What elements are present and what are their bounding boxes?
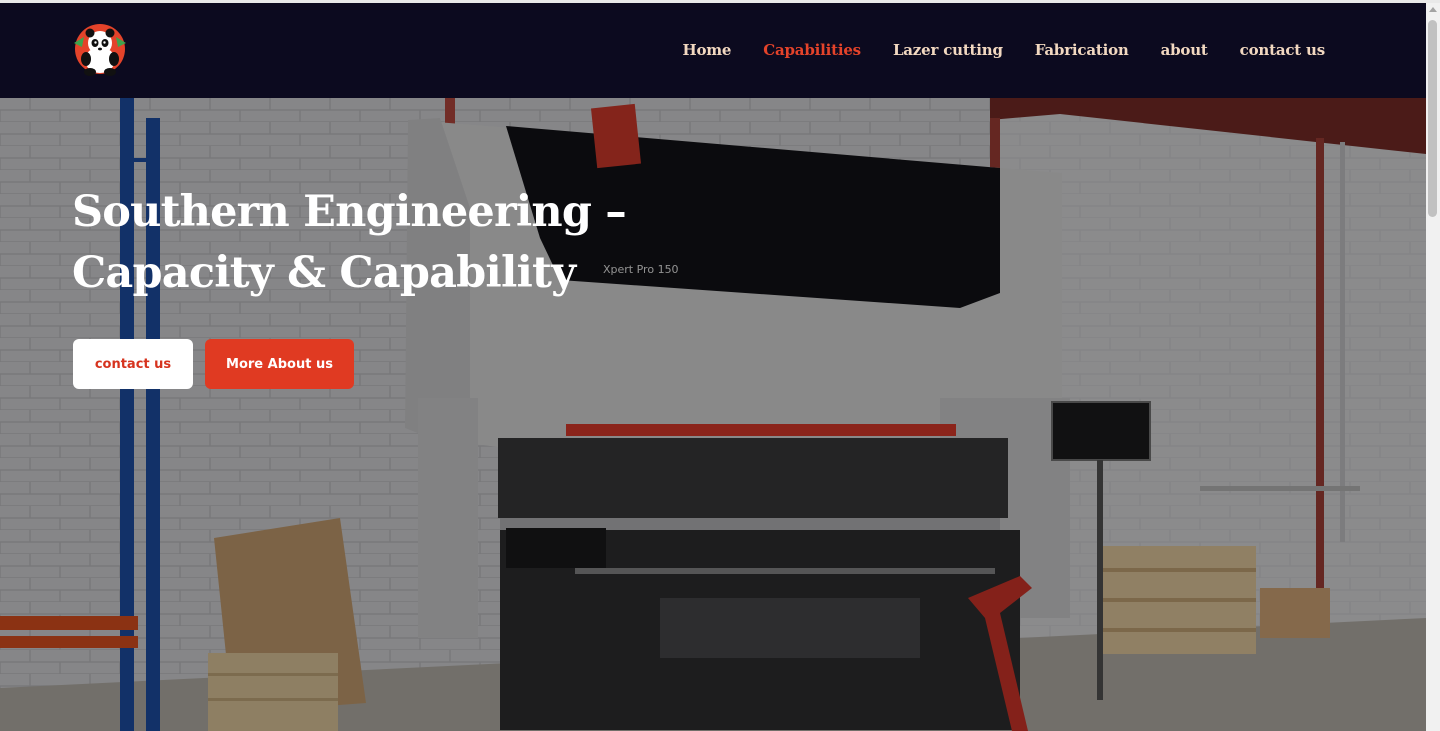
nav-home[interactable]: Home (682, 41, 731, 59)
nav-lazer-cutting[interactable]: Lazer cutting (893, 41, 1003, 59)
nav-about[interactable]: about (1161, 41, 1208, 59)
hero-title: Southern Engineering – Capacity & Capabi… (72, 182, 692, 304)
hero-title-line-1: Southern Engineering – (72, 187, 627, 237)
nav-fabrication[interactable]: Fabrication (1035, 41, 1129, 59)
site-header: Home Capabilities Lazer cutting Fabricat… (0, 3, 1426, 98)
hero-section: Xpert Pro 150 Southern Engineering – Cap… (0, 98, 1426, 731)
scroll-up-arrow-icon[interactable] (1429, 7, 1437, 12)
page-scrollbar[interactable] (1426, 3, 1440, 731)
nav-capabilities[interactable]: Capabilities (763, 41, 861, 59)
main-nav: Home Capabilities Lazer cutting Fabricat… (650, 41, 1325, 59)
contact-us-button[interactable]: contact us (73, 339, 193, 389)
more-about-us-button[interactable]: More About us (205, 339, 354, 389)
panda-logo-icon[interactable] (68, 23, 132, 77)
scrollbar-thumb[interactable] (1428, 20, 1437, 217)
hero-title-line-2: Capacity & Capability (72, 248, 576, 298)
nav-contact-us[interactable]: contact us (1240, 41, 1326, 59)
